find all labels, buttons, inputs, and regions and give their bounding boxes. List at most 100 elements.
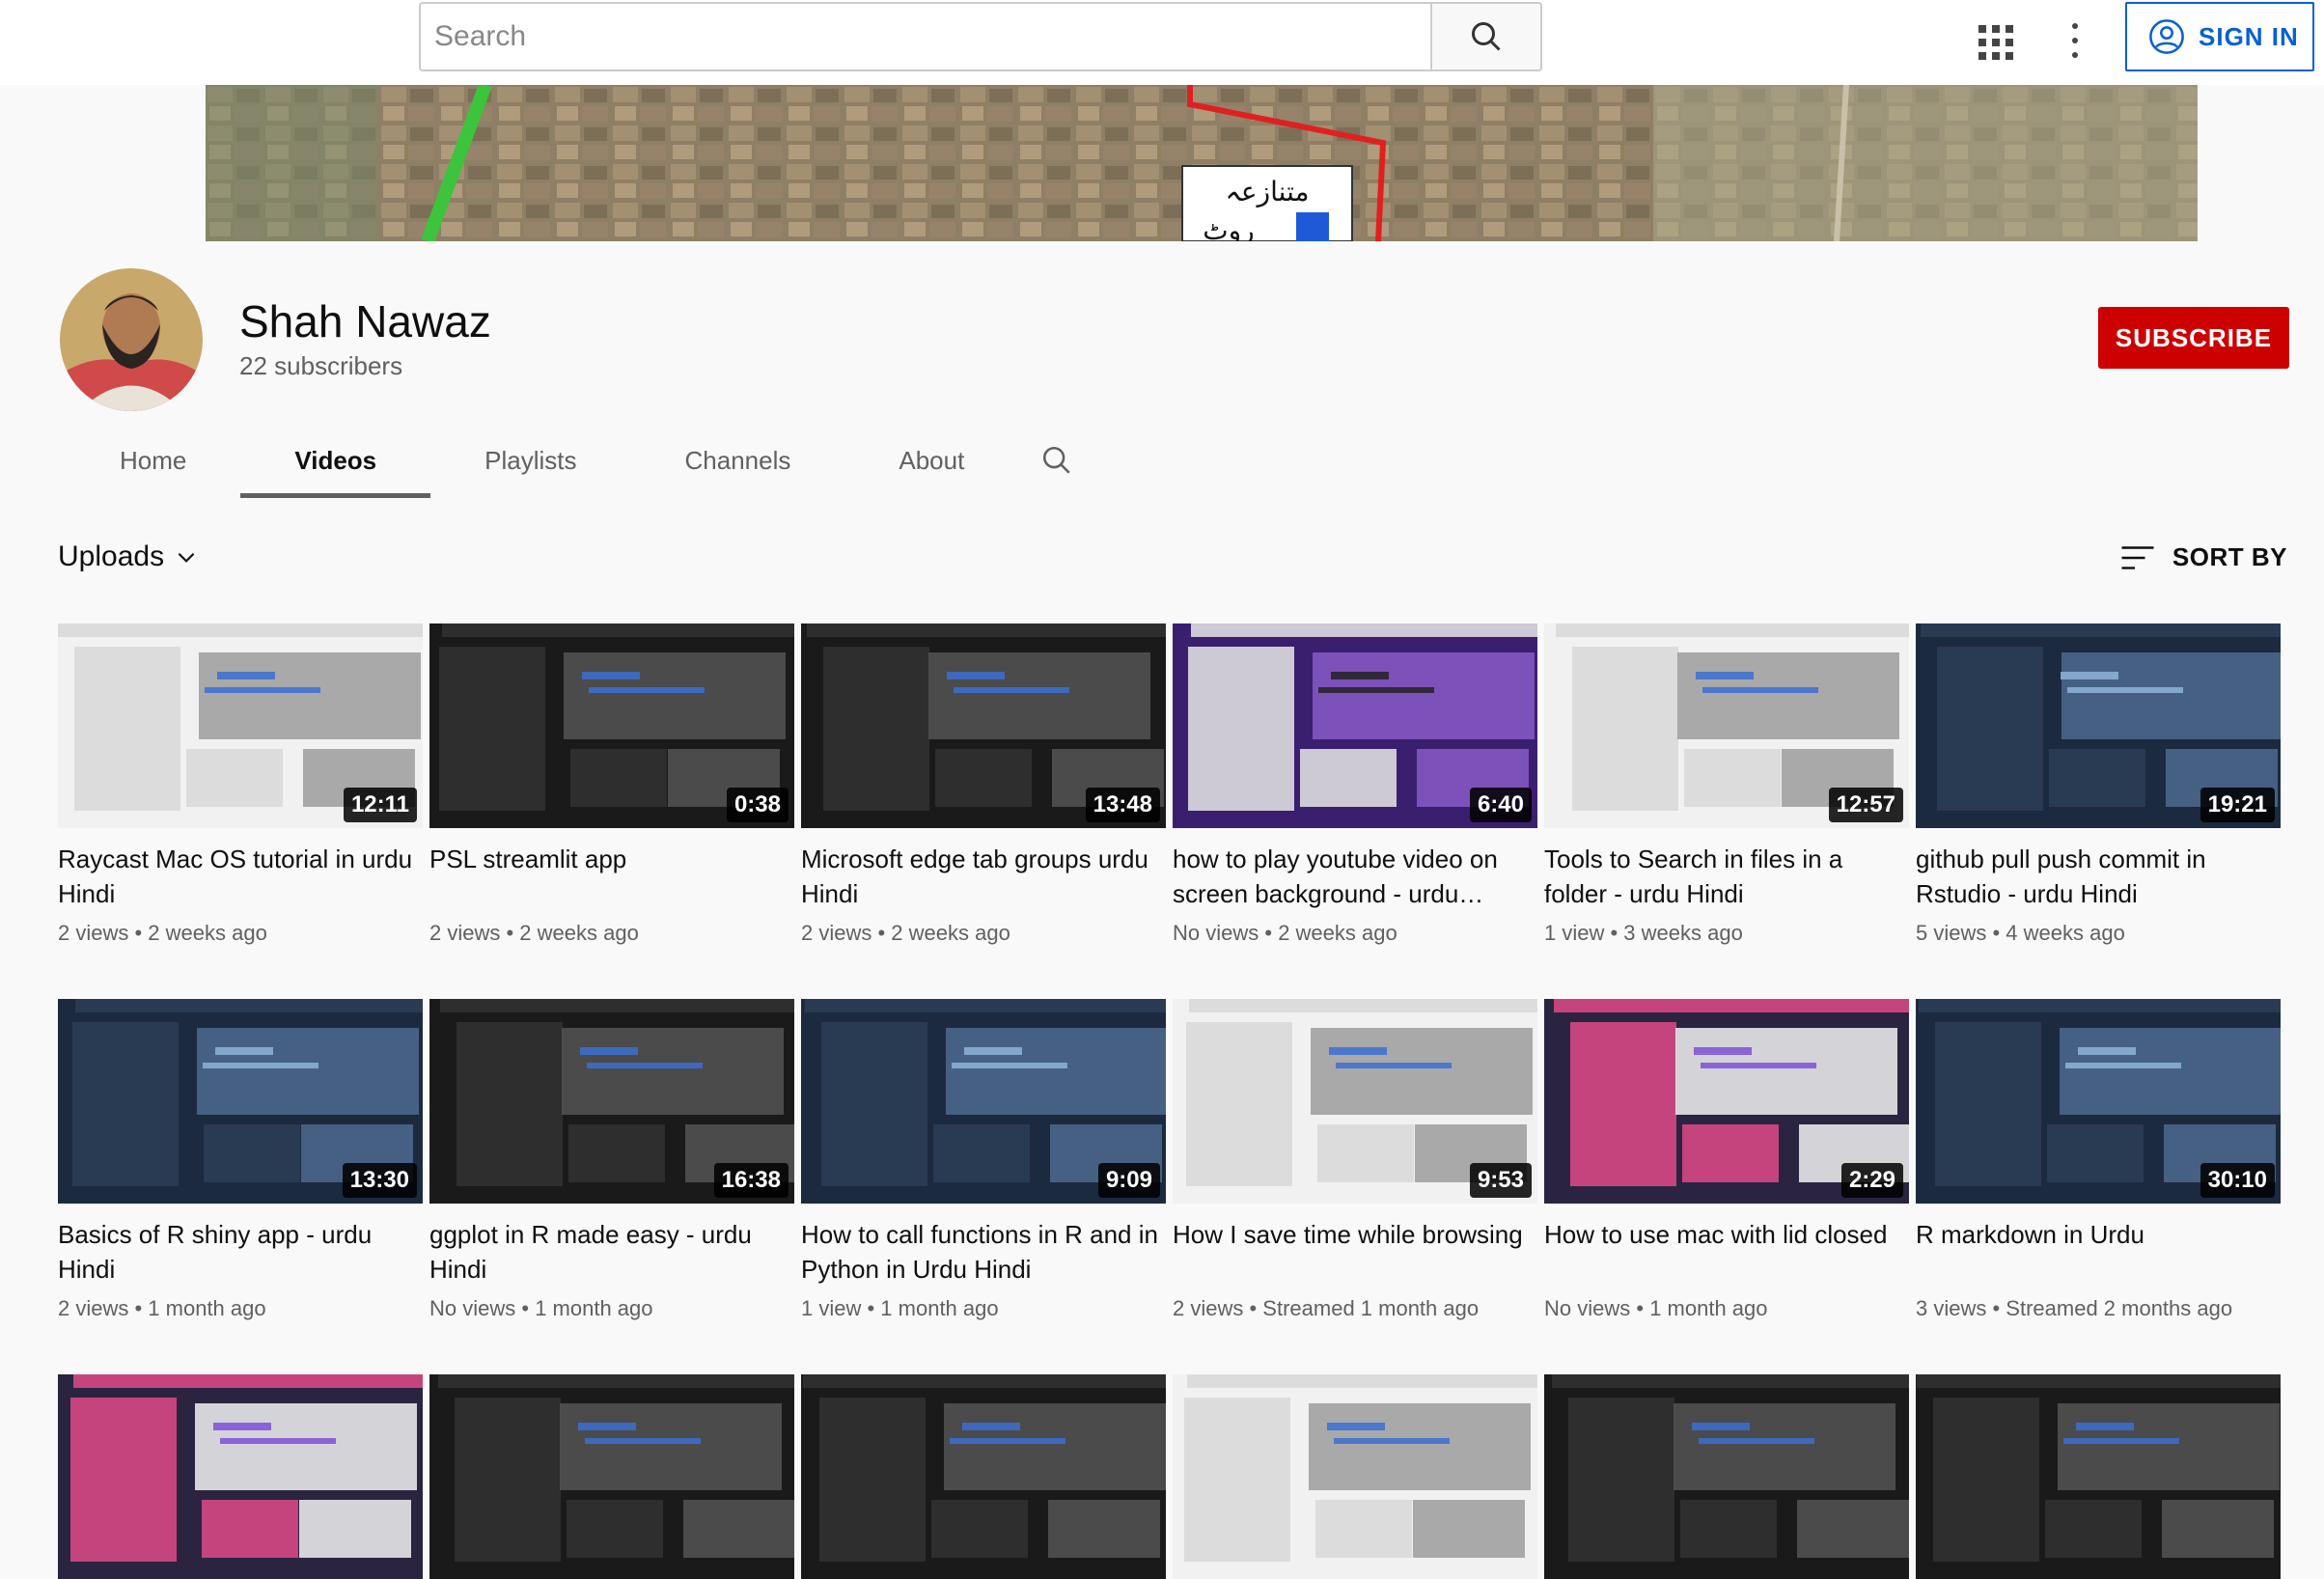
channel-search-button[interactable] xyxy=(1018,423,1095,498)
video-card[interactable] xyxy=(1544,1374,1909,1579)
uploads-label: Uploads xyxy=(58,540,165,572)
tab-home[interactable]: Home xyxy=(66,423,240,498)
video-thumbnail[interactable] xyxy=(58,1374,423,1579)
video-thumbnail[interactable]: 12:57 xyxy=(1544,623,1909,828)
thumbnail-image xyxy=(70,1374,423,1562)
channel-banner: متنازعہ روٹ xyxy=(206,85,2198,241)
video-title[interactable]: How to use mac with lid closed xyxy=(1544,1217,1909,1287)
tab-playlists[interactable]: Playlists xyxy=(430,423,630,498)
video-card[interactable]: 13:30 Basics of R shiny app - urdu Hindi 2… xyxy=(58,999,423,1321)
uploads-dropdown[interactable]: Uploads xyxy=(58,540,199,573)
video-title[interactable]: Tools to Search in files in a folder - u… xyxy=(1544,842,1909,911)
video-duration: 0:38 xyxy=(726,788,788,822)
video-title[interactable]: How to call functions in R and in Python… xyxy=(801,1217,1166,1287)
search-icon xyxy=(1472,22,1501,51)
thumbnail-image xyxy=(803,1374,1166,1562)
video-card[interactable]: 16:38 ggplot in R made easy - urdu Hindi N… xyxy=(429,999,794,1321)
video-card[interactable]: 0:38 PSL streamlit app 2 views • 2 weeks a… xyxy=(429,623,794,946)
video-duration: 6:40 xyxy=(1469,788,1532,822)
video-thumbnail[interactable] xyxy=(429,1374,794,1579)
video-duration: 30:10 xyxy=(2200,1163,2275,1198)
video-title[interactable]: PSL streamlit app xyxy=(429,842,794,911)
video-card[interactable]: 19:21 github pull push commit in Rstudio … xyxy=(1916,623,2281,946)
video-duration: 19:21 xyxy=(2200,788,2275,822)
video-card[interactable] xyxy=(429,1374,794,1579)
tab-videos[interactable]: Videos xyxy=(240,423,430,498)
video-thumbnail[interactable]: 16:38 xyxy=(429,999,794,1204)
video-thumbnail[interactable]: 6:40 xyxy=(1173,623,1537,828)
sort-by-button[interactable]: SORT BY xyxy=(2120,542,2287,572)
account-icon xyxy=(2149,19,2184,54)
upload-age: Streamed 2 months ago xyxy=(2006,1296,2233,1320)
video-card[interactable]: 6:40 how to play youtube video on screen … xyxy=(1173,623,1537,946)
video-card[interactable]: 12:11 Raycast Mac OS tutorial in urdu Hin… xyxy=(58,623,423,946)
avatar-image xyxy=(60,268,203,411)
video-card[interactable] xyxy=(1173,1374,1537,1579)
upload-age: 1 month ago xyxy=(880,1296,999,1320)
subscribe-button[interactable]: SUBSCRIBE xyxy=(2098,307,2289,369)
channel-avatar[interactable] xyxy=(60,268,203,411)
channel-header: Shah Nawaz 22 subscribers SUBSCRIBE Home… xyxy=(6,241,2324,498)
video-thumbnail[interactable] xyxy=(1173,1374,1537,1579)
video-metadata: No views • 2 weeks ago xyxy=(1173,921,1537,946)
video-thumbnail[interactable]: 2:29 xyxy=(1544,999,1909,1204)
video-metadata: 2 views • 2 weeks ago xyxy=(429,921,794,946)
video-metadata: 5 views • 4 weeks ago xyxy=(1916,921,2281,946)
video-title[interactable]: github pull push commit in Rstudio - urd… xyxy=(1916,842,2281,911)
tab-about[interactable]: About xyxy=(844,423,1018,498)
video-duration: 12:11 xyxy=(343,788,417,822)
video-thumbnail[interactable]: 0:38 xyxy=(429,623,794,828)
video-card[interactable]: 30:10 R markdown in Urdu 3 views • Streame… xyxy=(1916,999,2281,1321)
video-title[interactable]: Raycast Mac OS tutorial in urdu Hindi xyxy=(58,842,423,911)
video-card[interactable]: 12:57 Tools to Search in files in a folde… xyxy=(1544,623,1909,946)
meta-separator: • xyxy=(500,921,520,945)
thumbnail-image xyxy=(1917,1374,2281,1562)
tab-label: Videos xyxy=(294,445,377,475)
upload-age: 1 month ago xyxy=(535,1296,653,1320)
upload-age: 2 weeks ago xyxy=(519,921,639,945)
view-count: 2 views xyxy=(58,1296,129,1320)
tab-label: Playlists xyxy=(484,445,577,475)
meta-separator: • xyxy=(1243,1296,1263,1320)
video-thumbnail[interactable] xyxy=(1544,1374,1909,1579)
sort-icon xyxy=(2121,545,2154,569)
meta-separator: • xyxy=(872,921,892,945)
sort-label: SORT BY xyxy=(2172,542,2287,571)
video-metadata: 2 views • 2 weeks ago xyxy=(801,921,1166,946)
meta-separator: • xyxy=(1986,1296,2006,1320)
banner-overlay-text: متنازعہ xyxy=(1225,176,1309,208)
search-button[interactable] xyxy=(1430,2,1542,71)
tab-label: About xyxy=(899,445,965,475)
video-title[interactable]: R markdown in Urdu xyxy=(1916,1217,2281,1287)
tab-channels[interactable]: Channels xyxy=(631,423,845,498)
meta-separator: • xyxy=(861,1296,881,1320)
video-card[interactable]: 2:29 How to use mac with lid closed No vie… xyxy=(1544,999,1909,1321)
video-card[interactable]: 9:53 How I save time while browsing 2 view… xyxy=(1173,999,1537,1321)
video-title[interactable]: Basics of R shiny app - urdu Hindi xyxy=(58,1217,423,1287)
video-card[interactable]: 9:09 How to call functions in R and in Py… xyxy=(801,999,1166,1321)
apps-grid-icon[interactable] xyxy=(1975,21,2013,60)
meta-separator: • xyxy=(1259,921,1279,945)
video-thumbnail[interactable]: 30:10 xyxy=(1916,999,2281,1204)
video-title[interactable]: how to play youtube video on screen back… xyxy=(1173,842,1537,911)
video-title[interactable]: ggplot in R made easy - urdu Hindi xyxy=(429,1217,794,1287)
video-card[interactable] xyxy=(1916,1374,2281,1579)
video-duration: 2:29 xyxy=(1840,1163,1903,1198)
video-thumbnail[interactable]: 13:48 xyxy=(801,623,1166,828)
video-thumbnail[interactable]: 13:30 xyxy=(58,999,423,1204)
video-thumbnail[interactable] xyxy=(1916,1374,2281,1579)
video-title[interactable]: Microsoft edge tab groups urdu Hindi xyxy=(801,842,1166,911)
video-thumbnail[interactable] xyxy=(801,1374,1166,1579)
upload-age: 2 weeks ago xyxy=(148,921,267,945)
video-card[interactable] xyxy=(58,1374,423,1579)
search-input[interactable] xyxy=(419,2,1430,71)
video-thumbnail[interactable]: 9:09 xyxy=(801,999,1166,1204)
video-card[interactable] xyxy=(801,1374,1166,1579)
video-title[interactable]: How I save time while browsing xyxy=(1173,1217,1537,1287)
sign-in-button[interactable]: SIGN IN xyxy=(2125,2,2314,71)
video-thumbnail[interactable]: 9:53 xyxy=(1173,999,1537,1204)
video-thumbnail[interactable]: 19:21 xyxy=(1916,623,2281,828)
video-thumbnail[interactable]: 12:11 xyxy=(58,623,423,828)
more-options-icon[interactable] xyxy=(2065,19,2085,62)
video-card[interactable]: 13:48 Microsoft edge tab groups urdu Hind… xyxy=(801,623,1166,946)
